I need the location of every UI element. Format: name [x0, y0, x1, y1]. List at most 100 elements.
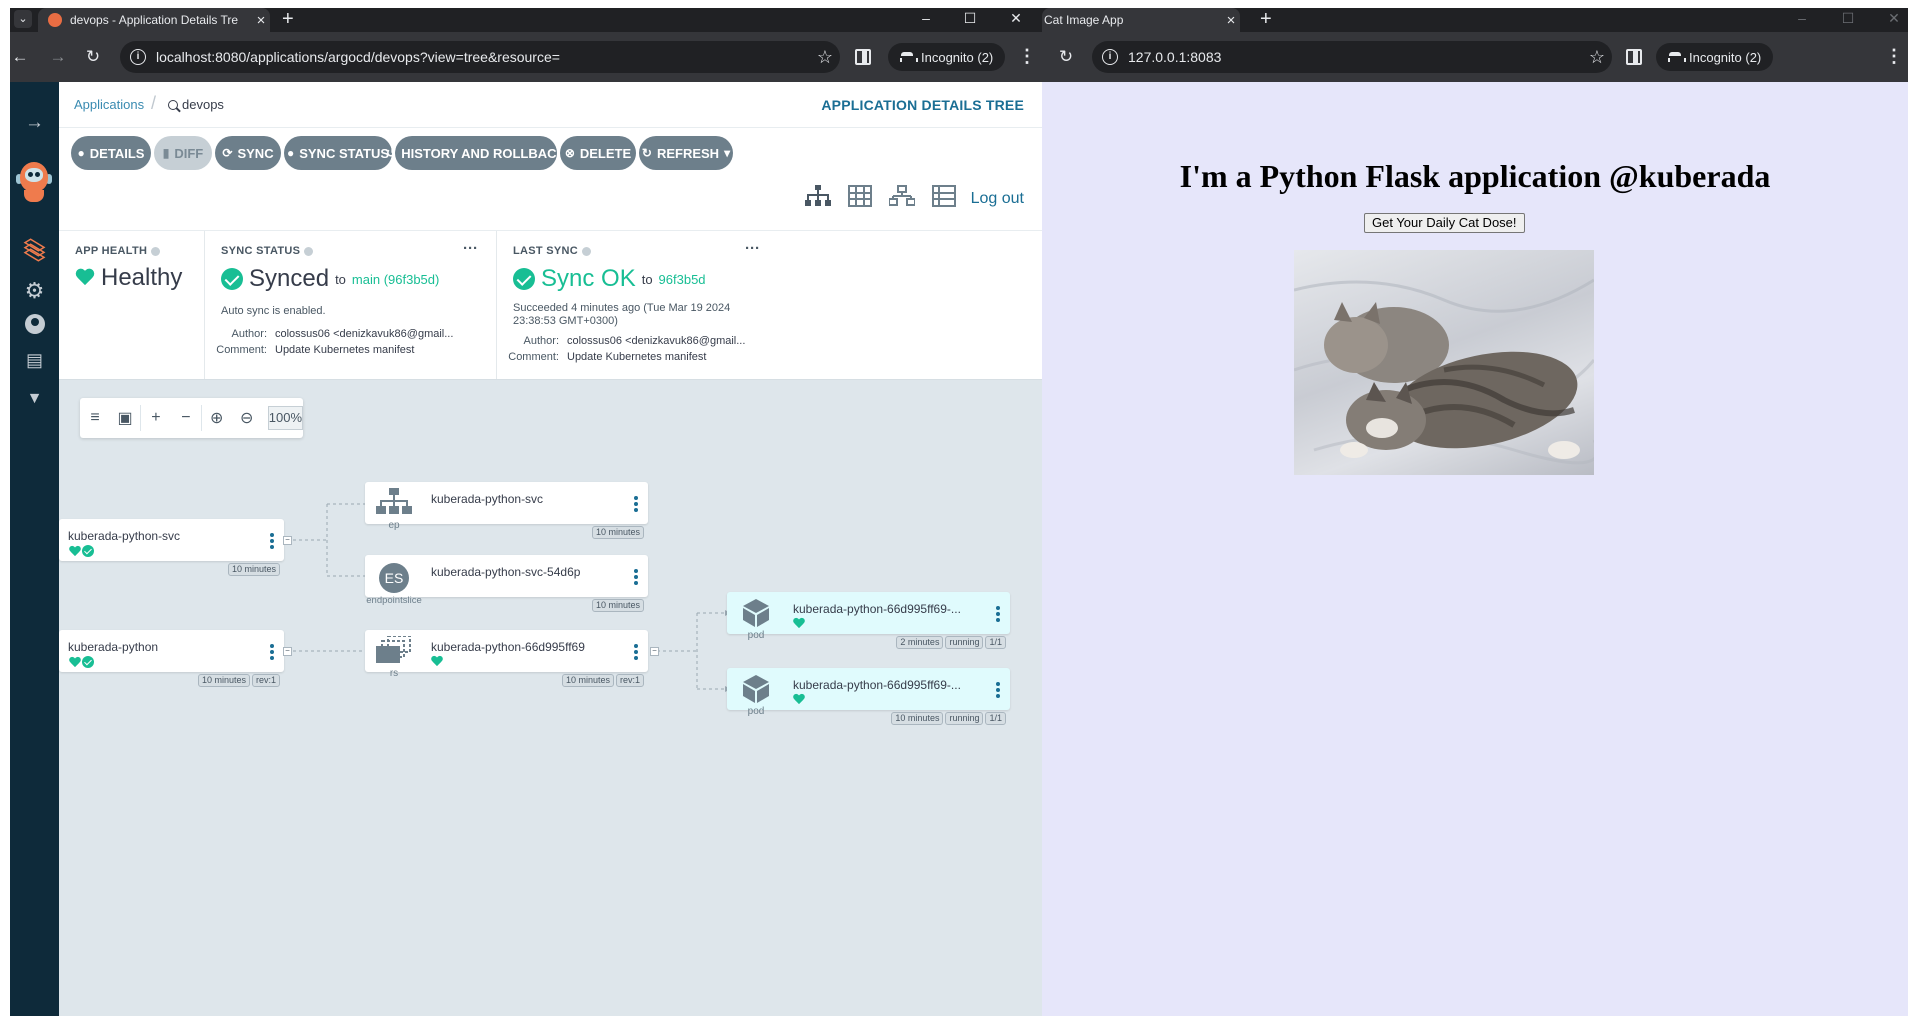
expand-nav-icon[interactable]: → — [10, 112, 59, 134]
app-health-label: APP HEALTH — [75, 245, 148, 257]
browser-toolbar: ← → ↻ i localhost:8080/applications/argo… — [10, 32, 1042, 82]
breadcrumb-applications-link[interactable]: Applications — [74, 97, 144, 112]
list-view-icon[interactable] — [923, 185, 965, 213]
tab-search-icon[interactable]: ⌄ — [14, 10, 32, 28]
healthy-heart-icon — [431, 656, 443, 667]
incognito-badge[interactable]: Incognito (2) — [888, 43, 1006, 71]
argo-logo-icon[interactable] — [14, 162, 54, 206]
node-age: 2 minutes — [896, 636, 944, 649]
tree-view-icon[interactable] — [797, 185, 839, 213]
breadcrumb-current[interactable]: devops — [168, 97, 224, 112]
node-endpoints[interactable]: ep kuberada-python-svc 10 minutes — [365, 482, 648, 539]
minimize-icon[interactable]: – — [916, 8, 936, 28]
last-sync-comment: Update Kubernetes manifest — [567, 351, 707, 363]
documentation-nav-icon[interactable]: ▤ — [10, 350, 59, 371]
browser-menu-icon[interactable]: ⋮ — [1018, 46, 1036, 66]
node-name: kuberada-python-svc — [68, 529, 181, 543]
node-menu-icon[interactable] — [996, 606, 1000, 624]
healthy-heart-icon — [793, 694, 805, 705]
side-panel-icon[interactable] — [855, 49, 871, 65]
tab-argocd[interactable]: devops - Application Details Tre × — [38, 8, 270, 32]
help-icon[interactable] — [304, 246, 314, 256]
maximize-icon[interactable]: ☐ — [960, 8, 980, 28]
node-endpointslice[interactable]: ES endpointslice kuberada-python-svc-54d… — [365, 555, 648, 612]
close-tab-icon[interactable]: × — [252, 12, 270, 29]
site-info-icon[interactable]: i — [130, 49, 146, 65]
pods-view-icon[interactable] — [839, 185, 881, 213]
back-icon[interactable]: ← — [10, 47, 30, 67]
node-pod[interactable]: pod kuberada-python-66d995ff69-... 10 mi… — [727, 668, 1010, 725]
incognito-icon — [1668, 52, 1686, 62]
forward-icon[interactable]: → — [48, 47, 68, 67]
node-age: 10 minutes — [561, 674, 614, 687]
collapse-node-icon[interactable]: − — [650, 647, 659, 656]
applications-nav-icon[interactable] — [23, 238, 46, 262]
new-tab-icon[interactable]: + — [1260, 8, 1272, 30]
help-icon[interactable] — [151, 246, 161, 256]
address-bar[interactable]: i 127.0.0.1:8083 ☆ — [1092, 41, 1612, 73]
logout-link[interactable]: Log out — [971, 190, 1024, 208]
last-sync-more-icon[interactable]: ··· — [745, 240, 760, 257]
node-pod[interactable]: pod kuberada-python-66d995ff69-... 2 min… — [727, 592, 1010, 649]
tab-title: Cat Image App — [1044, 13, 1124, 27]
sync-icon: ⟳ — [222, 146, 233, 160]
node-name: kuberada-python-svc-54d6p — [431, 565, 581, 579]
node-deployment-app[interactable]: kuberada-python 10 minutes rev:1 — [59, 630, 284, 687]
node-menu-icon[interactable] — [996, 682, 1000, 700]
diff-button[interactable]: ▮ DIFF — [154, 136, 212, 170]
settings-nav-icon[interactable]: ⚙ — [10, 278, 59, 304]
node-menu-icon[interactable] — [634, 644, 638, 662]
sync-status-more-icon[interactable]: ··· — [463, 240, 478, 257]
sync-status-button[interactable]: ● SYNC STATUS — [284, 136, 392, 170]
close-tab-icon[interactable]: × — [1222, 12, 1240, 29]
healthy-heart-icon — [69, 657, 81, 668]
delete-button[interactable]: ⊗ DELETE — [560, 136, 636, 170]
last-sync-revision-link[interactable]: 96f3b5d — [659, 272, 706, 287]
node-replicaset[interactable]: rs kuberada-python-66d995ff69 10 minutes… — [365, 630, 648, 687]
collapse-node-icon[interactable]: − — [283, 536, 292, 545]
details-button[interactable]: ● DETAILS — [71, 136, 151, 170]
minimize-icon[interactable]: – — [1792, 8, 1812, 28]
sync-button[interactable]: ⟳ SYNC — [215, 136, 281, 170]
bookmark-star-icon[interactable]: ☆ — [1582, 47, 1612, 68]
side-panel-icon[interactable] — [1626, 49, 1642, 65]
node-menu-icon[interactable] — [270, 533, 274, 551]
node-menu-icon[interactable] — [634, 569, 638, 587]
sync-comment: Update Kubernetes manifest — [275, 344, 415, 356]
node-service-app[interactable]: kuberada-python-svc 10 minutes — [59, 519, 284, 576]
incognito-badge[interactable]: Incognito (2) — [1656, 43, 1774, 71]
bookmark-star-icon[interactable]: ☆ — [810, 47, 840, 68]
history-rollback-button[interactable]: ↺ HISTORY AND ROLLBACK — [386, 136, 566, 170]
address-bar[interactable]: i localhost:8080/applications/argocd/dev… — [120, 41, 840, 73]
delete-icon: ⊗ — [564, 146, 575, 160]
maximize-icon[interactable]: ☐ — [1838, 8, 1858, 28]
breadcrumb-current-label: devops — [182, 97, 224, 112]
site-info-icon[interactable]: i — [1102, 49, 1118, 65]
browser-menu-icon[interactable]: ⋮ — [1885, 46, 1903, 66]
cat-image — [1294, 250, 1594, 475]
argocd-favicon-icon — [48, 13, 62, 27]
user-info-nav-icon[interactable] — [10, 314, 59, 340]
cat-dose-button[interactable]: Get Your Daily Cat Dose! — [1364, 213, 1525, 233]
filter-nav-icon[interactable]: ▼ — [10, 390, 59, 408]
node-menu-icon[interactable] — [270, 644, 274, 662]
new-tab-icon[interactable]: + — [282, 8, 294, 30]
sync-revision-link[interactable]: main (96f3b5d) — [352, 272, 439, 287]
close-window-icon[interactable]: ✕ — [1006, 8, 1026, 28]
healthy-heart-icon — [69, 546, 81, 557]
url-text: localhost:8080/applications/argocd/devop… — [156, 49, 560, 65]
tab-cat-image-app[interactable]: Cat Image App × — [1042, 8, 1240, 32]
sync-status-value: Synced to main (96f3b5d) — [221, 265, 439, 293]
resource-tree-graph[interactable]: ≡ ▣ + − ⊕ ⊖ 100% kuberada-python-svc 10 … — [59, 380, 1042, 1016]
network-view-icon[interactable] — [881, 185, 923, 213]
node-menu-icon[interactable] — [634, 496, 638, 514]
info-icon: ● — [286, 146, 295, 160]
refresh-icon: ↻ — [641, 146, 652, 160]
reload-icon[interactable]: ↻ — [83, 47, 103, 67]
help-icon[interactable] — [582, 246, 592, 256]
collapse-node-icon[interactable]: − — [283, 647, 292, 656]
reload-icon[interactable]: ↻ — [1056, 47, 1076, 67]
refresh-button[interactable]: ↻ REFRESH ▾ — [639, 136, 733, 170]
close-window-icon[interactable]: ✕ — [1884, 8, 1904, 28]
node-kind: ep — [388, 520, 400, 531]
